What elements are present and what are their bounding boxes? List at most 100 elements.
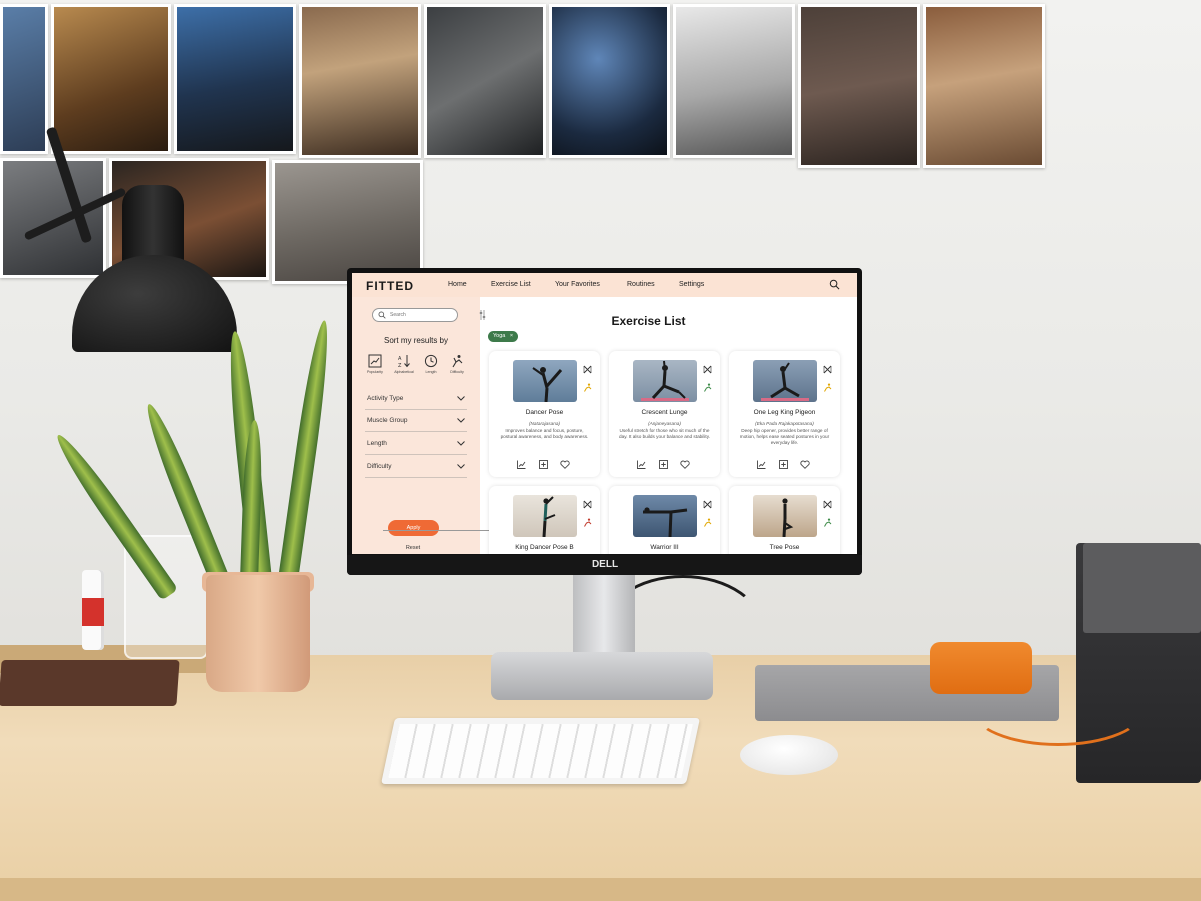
wall-photo (0, 158, 106, 278)
add-icon[interactable] (779, 456, 788, 474)
stats-icon[interactable] (637, 456, 646, 474)
keyboard-keys (388, 724, 693, 778)
yoga-figure-image (782, 498, 794, 537)
chevron-down-icon (457, 464, 465, 469)
wall-photo (51, 4, 171, 154)
monitor-screen: FITTED Home Exercise List Your Favorites… (352, 273, 857, 554)
search-field[interactable] (372, 308, 458, 322)
drive-cable (970, 670, 1146, 746)
wall-photo (798, 4, 920, 168)
search-icon (378, 311, 386, 319)
sort-popularity-option[interactable]: Popularity (363, 354, 387, 374)
sort-length-option[interactable]: Length (419, 354, 443, 374)
glue-stick (82, 570, 104, 650)
exercise-name: One Leg King Pigeon (753, 409, 816, 416)
nav-exercise-list[interactable]: Exercise List (491, 281, 531, 288)
filter-label: Difficulty (367, 463, 392, 470)
clock-icon (424, 354, 438, 368)
card-type-icons (823, 361, 832, 397)
sort-alphabetical-option[interactable]: AZ Alphabetical (392, 354, 416, 374)
wall-photo (923, 4, 1045, 168)
wall-photo (272, 160, 423, 284)
add-icon[interactable] (659, 456, 668, 474)
nav-settings[interactable]: Settings (679, 281, 704, 288)
exercise-card[interactable]: Crescent Lunge (Anjaneyasana) Useful str… (609, 351, 720, 477)
exercise-thumbnail (753, 360, 817, 402)
wall-photo (424, 4, 546, 158)
chip-label: Yoga (493, 333, 506, 339)
chevron-down-icon (457, 441, 465, 446)
search-icon[interactable] (829, 279, 840, 290)
sort-difficulty-option[interactable]: Difficulty (445, 354, 469, 374)
card-type-icons (703, 361, 712, 397)
filter-difficulty[interactable]: Difficulty (365, 456, 467, 478)
search-input[interactable] (390, 310, 454, 320)
exercise-name: King Dancer Pose B (515, 544, 574, 551)
exercise-card[interactable]: Dancer Pose (Natarajasana) Improves bala… (489, 351, 600, 477)
wall-photo (549, 4, 670, 158)
desk-edge (0, 878, 1201, 901)
sort-title: Sort my results by (383, 336, 448, 345)
muscle-icon (703, 365, 712, 374)
exercise-thumbnail (633, 495, 697, 537)
add-icon[interactable] (539, 456, 548, 474)
chevron-down-icon (457, 396, 465, 401)
muscle-icon (703, 500, 712, 509)
chevron-down-icon (457, 418, 465, 423)
exercise-card[interactable]: Tree Pose (729, 486, 840, 554)
sort-option-label: Alphabetical (394, 370, 414, 374)
exercise-name: Crescent Lunge (641, 409, 688, 416)
difficulty-icon (824, 518, 832, 527)
exercise-card[interactable]: One Leg King Pigeon (Eka Pada Rajakapota… (729, 351, 840, 477)
reset-link[interactable]: Reset (352, 545, 474, 551)
nav-home[interactable]: Home (448, 281, 467, 288)
exercise-sanskrit-name: (Anjaneyasana) (648, 421, 681, 426)
exercise-sanskrit-name: (Natarajasana) (528, 421, 560, 426)
exercise-name: Dancer Pose (525, 409, 564, 416)
terracotta-pot (206, 575, 310, 692)
page-title: Exercise List (611, 314, 686, 328)
exercise-card[interactable]: King Dancer Pose B (489, 486, 600, 554)
card-type-icons (703, 496, 712, 532)
apply-button[interactable]: Apply (388, 520, 439, 536)
exercise-card[interactable]: Warrior III (609, 486, 720, 554)
card-type-icons (583, 496, 592, 532)
exercise-thumbnail (513, 360, 577, 402)
card-type-icons (583, 361, 592, 397)
heart-icon[interactable] (560, 456, 570, 474)
nav-your-favorites[interactable]: Your Favorites (555, 281, 600, 288)
card-actions (637, 456, 697, 469)
a-z-sort-icon: AZ (398, 355, 410, 368)
notebook (0, 660, 180, 706)
stats-icon[interactable] (517, 456, 526, 474)
yoga-figure-image (643, 507, 688, 537)
heart-icon[interactable] (680, 456, 690, 474)
close-icon[interactable]: × (510, 333, 513, 339)
app-logo[interactable]: FITTED (366, 279, 414, 293)
lamp-neck (122, 185, 184, 265)
muscle-icon (823, 500, 832, 509)
exercise-description: Deep hip opener, provides better range o… (739, 428, 830, 445)
wall-photo (299, 4, 421, 158)
filter-muscle-group[interactable]: Muscle Group (365, 410, 467, 432)
active-filter-chip[interactable]: Yoga × (488, 331, 519, 342)
climber-icon (452, 355, 463, 368)
app-header: FITTED Home Exercise List Your Favorites… (352, 273, 857, 297)
card-type-icons (823, 496, 832, 532)
svg-text:A: A (398, 356, 402, 362)
muscle-icon (583, 500, 592, 509)
heart-icon[interactable] (800, 456, 810, 474)
sort-option-label: Length (425, 370, 437, 374)
card-actions (517, 456, 577, 469)
exercise-thumbnail (513, 495, 577, 537)
keyboard (380, 718, 701, 784)
sort-option-label: Popularity (367, 370, 383, 374)
filter-length[interactable]: Length (365, 433, 467, 455)
yoga-figure-image (641, 360, 689, 401)
mouse (740, 735, 838, 775)
difficulty-icon (704, 383, 712, 392)
exercise-name: Warrior III (650, 544, 679, 551)
nav-routines[interactable]: Routines (627, 281, 655, 288)
filter-activity-type[interactable]: Activity Type (365, 388, 467, 410)
stats-icon[interactable] (757, 456, 766, 474)
